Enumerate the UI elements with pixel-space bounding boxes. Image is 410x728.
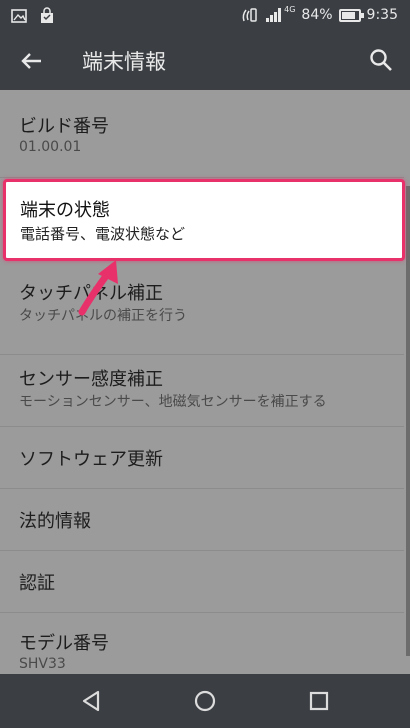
nfc-icon [242,8,257,22]
item-title: モデル番号 [19,633,109,654]
page-title: 端末情報 [82,50,166,74]
list-item-build-number[interactable]: ビルド番号 01.00.01 [0,90,404,178]
scrollbar[interactable] [406,186,410,656]
image-notification-icon [11,9,27,23]
item-title: 認証 [19,573,55,594]
list-item-legal-info[interactable]: 法的情報 [0,489,404,551]
shopping-bag-icon [41,7,53,23]
item-subtitle: SHV33 [19,656,66,672]
item-title: 法的情報 [19,511,91,532]
pointer-arrow-icon [78,260,118,316]
list-item-model-number[interactable]: モデル番号 SHV33 [0,613,404,674]
nav-back-icon[interactable] [78,687,106,715]
settings-list: ビルド番号 01.00.01 タッチパネル補正 タッチパネルの補正を行う センサ… [0,90,410,674]
item-title: 端末の状態 [20,200,110,221]
list-item-certification[interactable]: 認証 [0,551,404,613]
network-type-label: 4G [284,4,296,14]
navigation-bar [0,674,410,728]
list-item-device-status[interactable]: 端末の状態 電話番号、電波状態など [3,179,405,261]
search-icon[interactable] [368,47,394,73]
item-title: ソフトウェア更新 [19,449,163,470]
list-item-software-update[interactable]: ソフトウェア更新 [0,427,404,489]
item-title: センサー感度補正 [19,369,163,390]
item-subtitle: 01.00.01 [19,139,82,155]
clock: 9:35 [366,7,398,23]
arrow-back-icon[interactable] [18,47,46,75]
app-bar: 端末情報 [0,32,410,90]
list-item-touch-panel-calibration[interactable]: タッチパネル補正 タッチパネルの補正を行う [0,267,404,355]
list-item-sensor-calibration[interactable]: センサー感度補正 モーションセンサー、地磁気センサーを補正する [0,355,404,427]
battery-fill [341,11,355,19]
signal-icon [266,8,282,22]
nav-recents-icon[interactable] [305,687,333,715]
item-title: ビルド番号 [19,116,109,137]
item-subtitle: モーションセンサー、地磁気センサーを補正する [19,394,327,410]
battery-percent: 84% [301,7,333,23]
battery-icon [338,8,364,22]
item-subtitle: 電話番号、電波状態など [20,225,186,243]
nav-home-icon[interactable] [191,687,219,715]
status-bar: 4G 84% 9:35 [0,0,410,32]
